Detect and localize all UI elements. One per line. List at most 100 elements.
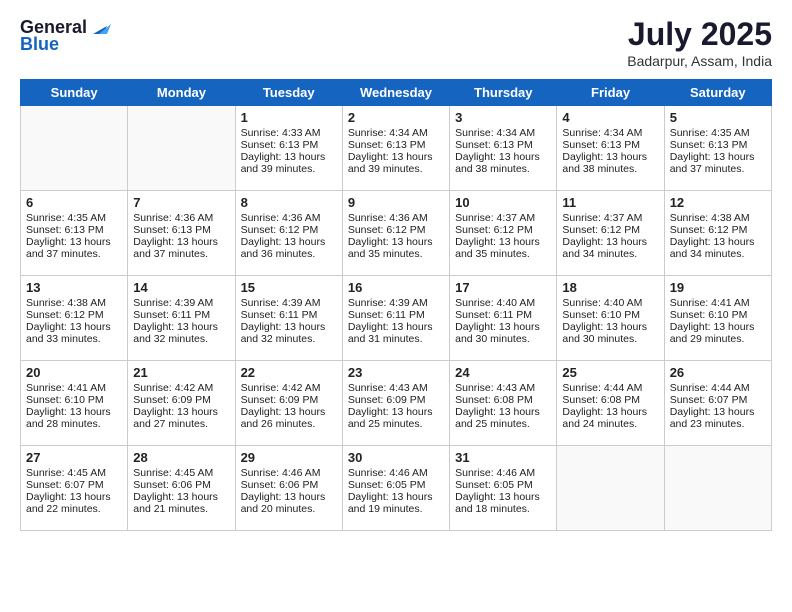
daylight-text: Daylight: 13 hours and 32 minutes. (241, 321, 337, 345)
table-row: 13Sunrise: 4:38 AMSunset: 6:12 PMDayligh… (21, 276, 128, 361)
day-number: 25 (562, 365, 658, 380)
table-row (557, 446, 664, 531)
day-number: 12 (670, 195, 766, 210)
day-number: 24 (455, 365, 551, 380)
sunset-text: Sunset: 6:13 PM (562, 139, 658, 151)
daylight-text: Daylight: 13 hours and 38 minutes. (562, 151, 658, 175)
table-row: 22Sunrise: 4:42 AMSunset: 6:09 PMDayligh… (235, 361, 342, 446)
sunrise-text: Sunrise: 4:44 AM (670, 382, 766, 394)
page: General Blue July 2025 Badarpur, Assam, … (0, 0, 792, 612)
sunset-text: Sunset: 6:08 PM (455, 394, 551, 406)
daylight-text: Daylight: 13 hours and 35 minutes. (348, 236, 444, 260)
month-year: July 2025 (627, 16, 772, 53)
header: General Blue July 2025 Badarpur, Assam, … (20, 16, 772, 69)
table-row: 29Sunrise: 4:46 AMSunset: 6:06 PMDayligh… (235, 446, 342, 531)
day-number: 31 (455, 450, 551, 465)
sunset-text: Sunset: 6:12 PM (455, 224, 551, 236)
daylight-text: Daylight: 13 hours and 37 minutes. (133, 236, 229, 260)
day-number: 8 (241, 195, 337, 210)
day-number: 27 (26, 450, 122, 465)
table-row: 20 Sunrise: 4:41 AMSunset: 6:10 PMDayligh… (21, 361, 128, 446)
sunrise-text: Sunrise: 4:43 AM (455, 382, 551, 394)
day-number: 18 (562, 280, 658, 295)
sunset-text: Sunset: 6:13 PM (348, 139, 444, 151)
sunrise-text: Sunrise: 4:33 AM (241, 127, 337, 139)
table-row: 25Sunrise: 4:44 AMSunset: 6:08 PMDayligh… (557, 361, 664, 446)
table-row: 12Sunrise: 4:38 AMSunset: 6:12 PMDayligh… (664, 191, 771, 276)
sunrise-text: Sunrise: 4:39 AM (241, 297, 337, 309)
daylight-text: Daylight: 13 hours and 23 minutes. (670, 406, 766, 430)
day-number: 10 (455, 195, 551, 210)
table-row: 24 Sunrise: 4:43 AMSunset: 6:08 PMDayligh… (450, 361, 557, 446)
col-sunday: Sunday (21, 80, 128, 106)
table-row: 2Sunrise: 4:34 AMSunset: 6:13 PMDaylight… (342, 106, 449, 191)
table-row: 19Sunrise: 4:41 AMSunset: 6:10 PMDayligh… (664, 276, 771, 361)
calendar-table: Sunday Monday Tuesday Wednesday Thursday… (20, 79, 772, 531)
table-row: 27Sunrise: 4:45 AMSunset: 6:07 PMDayligh… (21, 446, 128, 531)
daylight-text: Daylight: 13 hours and 33 minutes. (26, 321, 122, 345)
table-row: 16Sunrise: 4:39 AMSunset: 6:11 PMDayligh… (342, 276, 449, 361)
daylight-text: Daylight: 13 hours and 20 minutes. (241, 491, 337, 515)
sunrise-text: Sunrise: 4:46 AM (455, 467, 551, 479)
sunset-text: Sunset: 6:13 PM (241, 139, 337, 151)
col-wednesday: Wednesday (342, 80, 449, 106)
sunrise-text: Sunrise: 4:45 AM (133, 467, 229, 479)
sunrise-text: Sunrise: 4:35 AM (26, 212, 122, 224)
sunrise-text: Sunrise: 4:34 AM (455, 127, 551, 139)
table-row: 3Sunrise: 4:34 AMSunset: 6:13 PMDaylight… (450, 106, 557, 191)
sunset-text: Sunset: 6:12 PM (670, 224, 766, 236)
daylight-text: Daylight: 13 hours and 29 minutes. (670, 321, 766, 345)
daylight-text: Daylight: 13 hours and 25 minutes. (455, 406, 551, 430)
sunset-text: Sunset: 6:13 PM (26, 224, 122, 236)
sunrise-text: Sunrise: 4:46 AM (348, 467, 444, 479)
sunrise-text: Sunrise: 4:38 AM (670, 212, 766, 224)
calendar-header-row: Sunday Monday Tuesday Wednesday Thursday… (21, 80, 772, 106)
sunrise-text: Sunrise: 4:41 AM (670, 297, 766, 309)
sunset-text: Sunset: 6:10 PM (670, 309, 766, 321)
col-thursday: Thursday (450, 80, 557, 106)
sunset-text: Sunset: 6:09 PM (348, 394, 444, 406)
table-row: 18Sunrise: 4:40 AMSunset: 6:10 PMDayligh… (557, 276, 664, 361)
table-row: 17Sunrise: 4:40 AMSunset: 6:11 PMDayligh… (450, 276, 557, 361)
table-row: 8Sunrise: 4:36 AMSunset: 6:12 PMDaylight… (235, 191, 342, 276)
day-number: 3 (455, 110, 551, 125)
logo: General Blue (20, 16, 111, 55)
title-block: July 2025 Badarpur, Assam, India (627, 16, 772, 69)
sunset-text: Sunset: 6:11 PM (348, 309, 444, 321)
day-number: 29 (241, 450, 337, 465)
daylight-text: Daylight: 13 hours and 18 minutes. (455, 491, 551, 515)
daylight-text: Daylight: 13 hours and 26 minutes. (241, 406, 337, 430)
day-number: 20 (26, 365, 122, 380)
day-number: 11 (562, 195, 658, 210)
daylight-text: Daylight: 13 hours and 25 minutes. (348, 406, 444, 430)
sunset-text: Sunset: 6:12 PM (348, 224, 444, 236)
sunset-text: Sunset: 6:11 PM (455, 309, 551, 321)
logo-icon (89, 16, 111, 38)
sunset-text: Sunset: 6:13 PM (455, 139, 551, 151)
daylight-text: Daylight: 13 hours and 28 minutes. (26, 406, 122, 430)
table-row: 6Sunrise: 4:35 AMSunset: 6:13 PMDaylight… (21, 191, 128, 276)
daylight-text: Daylight: 13 hours and 37 minutes. (26, 236, 122, 260)
sunset-text: Sunset: 6:12 PM (562, 224, 658, 236)
day-number: 5 (670, 110, 766, 125)
sunrise-text: Sunrise: 4:41 AM (26, 382, 122, 394)
daylight-text: Daylight: 13 hours and 30 minutes. (455, 321, 551, 345)
table-row: 7Sunrise: 4:36 AMSunset: 6:13 PMDaylight… (128, 191, 235, 276)
table-row (128, 106, 235, 191)
calendar-week-row: 27Sunrise: 4:45 AMSunset: 6:07 PMDayligh… (21, 446, 772, 531)
calendar-week-row: 1Sunrise: 4:33 AMSunset: 6:13 PMDaylight… (21, 106, 772, 191)
table-row: 4Sunrise: 4:34 AMSunset: 6:13 PMDaylight… (557, 106, 664, 191)
sunset-text: Sunset: 6:10 PM (26, 394, 122, 406)
day-number: 30 (348, 450, 444, 465)
daylight-text: Daylight: 13 hours and 24 minutes. (562, 406, 658, 430)
sunset-text: Sunset: 6:13 PM (133, 224, 229, 236)
calendar-week-row: 13Sunrise: 4:38 AMSunset: 6:12 PMDayligh… (21, 276, 772, 361)
sunrise-text: Sunrise: 4:39 AM (133, 297, 229, 309)
day-number: 9 (348, 195, 444, 210)
daylight-text: Daylight: 13 hours and 39 minutes. (348, 151, 444, 175)
daylight-text: Daylight: 13 hours and 32 minutes. (133, 321, 229, 345)
sunset-text: Sunset: 6:08 PM (562, 394, 658, 406)
sunrise-text: Sunrise: 4:43 AM (348, 382, 444, 394)
sunrise-text: Sunrise: 4:38 AM (26, 297, 122, 309)
table-row: 26Sunrise: 4:44 AMSunset: 6:07 PMDayligh… (664, 361, 771, 446)
